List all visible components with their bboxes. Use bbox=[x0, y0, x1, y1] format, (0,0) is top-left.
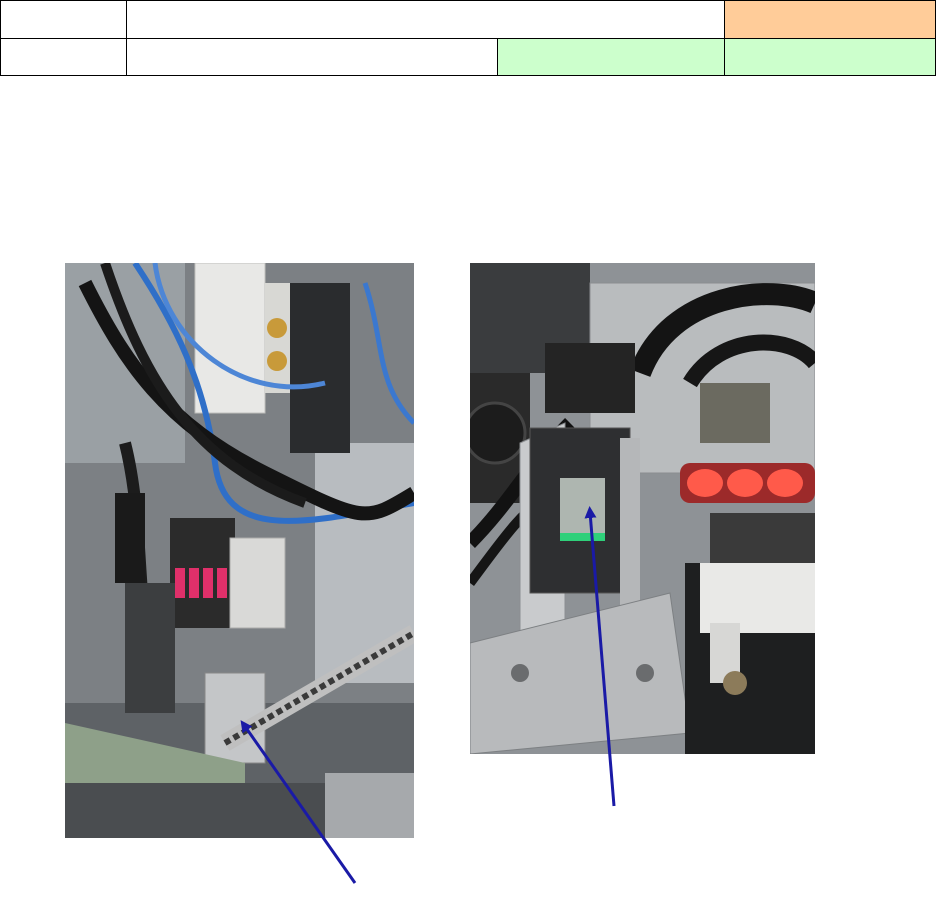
arrow-left-pointer bbox=[240, 720, 357, 884]
arrow-right-pointer bbox=[584, 506, 616, 807]
annotation-arrows bbox=[240, 506, 616, 884]
